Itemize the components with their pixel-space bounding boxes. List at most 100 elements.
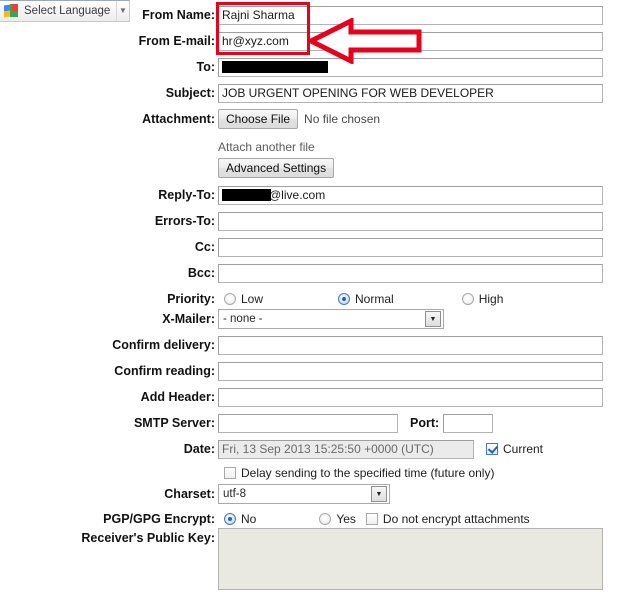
advanced-settings-area: Advanced Settings — [218, 157, 335, 179]
confirm-delivery-field-area — [218, 334, 603, 356]
from-name-input[interactable] — [218, 5, 603, 25]
row-x-mailer: X-Mailer: - none - ▼ — [0, 308, 624, 330]
row-from-name: From Name: — [0, 4, 624, 26]
no-encrypt-attachments-checkbox[interactable] — [365, 513, 378, 525]
bcc-input[interactable] — [218, 263, 603, 283]
row-confirm-reading: Confirm reading: — [0, 360, 624, 382]
row-pgp-encrypt: PGP/GPG Encrypt: No Yes Do not encrypt a… — [0, 508, 624, 530]
pgp-options-area: No Yes Do not encrypt attachments — [218, 508, 530, 530]
row-attachment: Attachment: Choose File No file chosen — [0, 108, 624, 130]
row-reply-to: Reply-To: — [0, 184, 624, 206]
attach-another-file-link[interactable]: Attach another file — [218, 140, 315, 154]
subject-input[interactable] — [218, 83, 603, 103]
x-mailer-field-area: - none - ▼ — [218, 308, 444, 330]
row-public-key: Receiver's Public Key: — [0, 528, 624, 592]
x-mailer-selected-value: - none - — [223, 313, 263, 325]
confirm-reading-field-area — [218, 360, 603, 382]
current-date-checkbox[interactable] — [486, 443, 498, 455]
priority-radio-low[interactable] — [224, 293, 236, 305]
add-header-input[interactable] — [218, 387, 603, 407]
from-email-field-area — [218, 30, 603, 52]
confirm-delivery-input[interactable] — [218, 335, 603, 355]
cc-field-area — [218, 236, 603, 258]
errors-to-label: Errors-To: — [154, 214, 215, 228]
smtp-server-field-area: Port: — [218, 412, 494, 434]
row-smtp-server: SMTP Server: Port: — [0, 412, 624, 434]
row-attach-another: Attach another file — [0, 136, 624, 158]
add-header-label: Add Header: — [140, 390, 215, 404]
from-name-label: From Name: — [142, 8, 215, 22]
priority-radio-normal[interactable] — [338, 293, 351, 305]
priority-label: Priority: — [167, 292, 215, 306]
delay-sending-checkbox[interactable] — [224, 467, 236, 479]
priority-radio-high[interactable] — [461, 293, 474, 305]
from-name-field-area — [218, 4, 603, 26]
charset-select[interactable]: utf-8 ▼ — [218, 484, 390, 504]
priority-label-normal[interactable]: Normal — [355, 292, 394, 306]
date-label: Date: — [183, 442, 215, 456]
choose-file-button[interactable]: Choose File — [218, 109, 299, 129]
pgp-encrypt-label: PGP/GPG Encrypt: — [103, 512, 215, 526]
attachment-field-area: Choose File No file chosen — [218, 108, 380, 130]
public-key-field-area — [218, 528, 603, 592]
email-compose-form-page: Select Language ▼ From Name: From E-mail… — [0, 0, 624, 592]
public-key-textarea[interactable] — [218, 528, 603, 590]
priority-label-low[interactable]: Low — [241, 292, 263, 306]
row-subject: Subject: — [0, 82, 624, 104]
date-input — [218, 439, 474, 459]
port-input[interactable] — [443, 413, 494, 433]
row-priority: Priority: Low Normal High — [0, 288, 624, 310]
errors-to-field-area — [218, 210, 603, 232]
chevron-down-icon[interactable]: ▼ — [425, 311, 441, 327]
reply-to-field-area — [218, 184, 603, 206]
attach-another-area: Attach another file — [218, 136, 315, 158]
to-redaction-bar — [222, 61, 328, 73]
confirm-reading-input[interactable] — [218, 361, 603, 381]
from-email-label: From E-mail: — [138, 34, 215, 48]
advanced-settings-button[interactable]: Advanced Settings — [218, 158, 335, 178]
row-advanced-settings: Advanced Settings — [0, 157, 624, 179]
public-key-label: Receiver's Public Key: — [81, 531, 215, 545]
reply-to-input[interactable] — [218, 185, 603, 205]
x-mailer-select[interactable]: - none - ▼ — [218, 309, 444, 329]
priority-options-area: Low Normal High — [218, 288, 604, 310]
reply-to-redaction-bar — [222, 189, 271, 201]
confirm-reading-label: Confirm reading: — [114, 364, 215, 378]
reply-to-label: Reply-To: — [158, 188, 215, 202]
from-email-input[interactable] — [218, 31, 603, 51]
pgp-radio-yes[interactable] — [319, 513, 332, 525]
subject-label: Subject: — [165, 86, 215, 100]
row-cc: Cc: — [0, 236, 624, 258]
x-mailer-label: X-Mailer: — [162, 312, 215, 326]
current-date-label[interactable]: Current — [503, 442, 543, 456]
bcc-field-area — [218, 262, 603, 284]
row-charset: Charset: utf-8 ▼ — [0, 483, 624, 505]
bcc-label: Bcc: — [187, 266, 215, 280]
add-header-field-area — [218, 386, 603, 408]
pgp-label-yes[interactable]: Yes — [336, 512, 356, 526]
pgp-label-no[interactable]: No — [241, 512, 256, 526]
pgp-radio-no[interactable] — [224, 513, 236, 525]
to-label: To: — [196, 60, 215, 74]
date-field-area: Current — [218, 438, 543, 460]
row-errors-to: Errors-To: — [0, 210, 624, 232]
no-file-chosen-text: No file chosen — [304, 112, 381, 126]
chevron-down-icon[interactable]: ▼ — [371, 486, 387, 502]
charset-label: Charset: — [164, 487, 215, 501]
cc-input[interactable] — [218, 237, 603, 257]
no-encrypt-attachments-label[interactable]: Do not encrypt attachments — [383, 512, 530, 526]
smtp-server-label: SMTP Server: — [133, 416, 215, 430]
row-add-header: Add Header: — [0, 386, 624, 408]
attachment-label: Attachment: — [142, 112, 215, 126]
errors-to-input[interactable] — [218, 211, 603, 231]
subject-field-area — [218, 82, 603, 104]
delay-sending-label[interactable]: Delay sending to the specified time (fut… — [241, 466, 494, 480]
to-field-area — [218, 56, 603, 78]
row-confirm-delivery: Confirm delivery: — [0, 334, 624, 356]
cc-label: Cc: — [194, 240, 215, 254]
smtp-server-input[interactable] — [218, 413, 398, 433]
priority-label-high[interactable]: High — [479, 292, 504, 306]
row-bcc: Bcc: — [0, 262, 624, 284]
row-to: To: — [0, 56, 624, 78]
row-delay-sending: Delay sending to the specified time (fut… — [0, 462, 624, 484]
